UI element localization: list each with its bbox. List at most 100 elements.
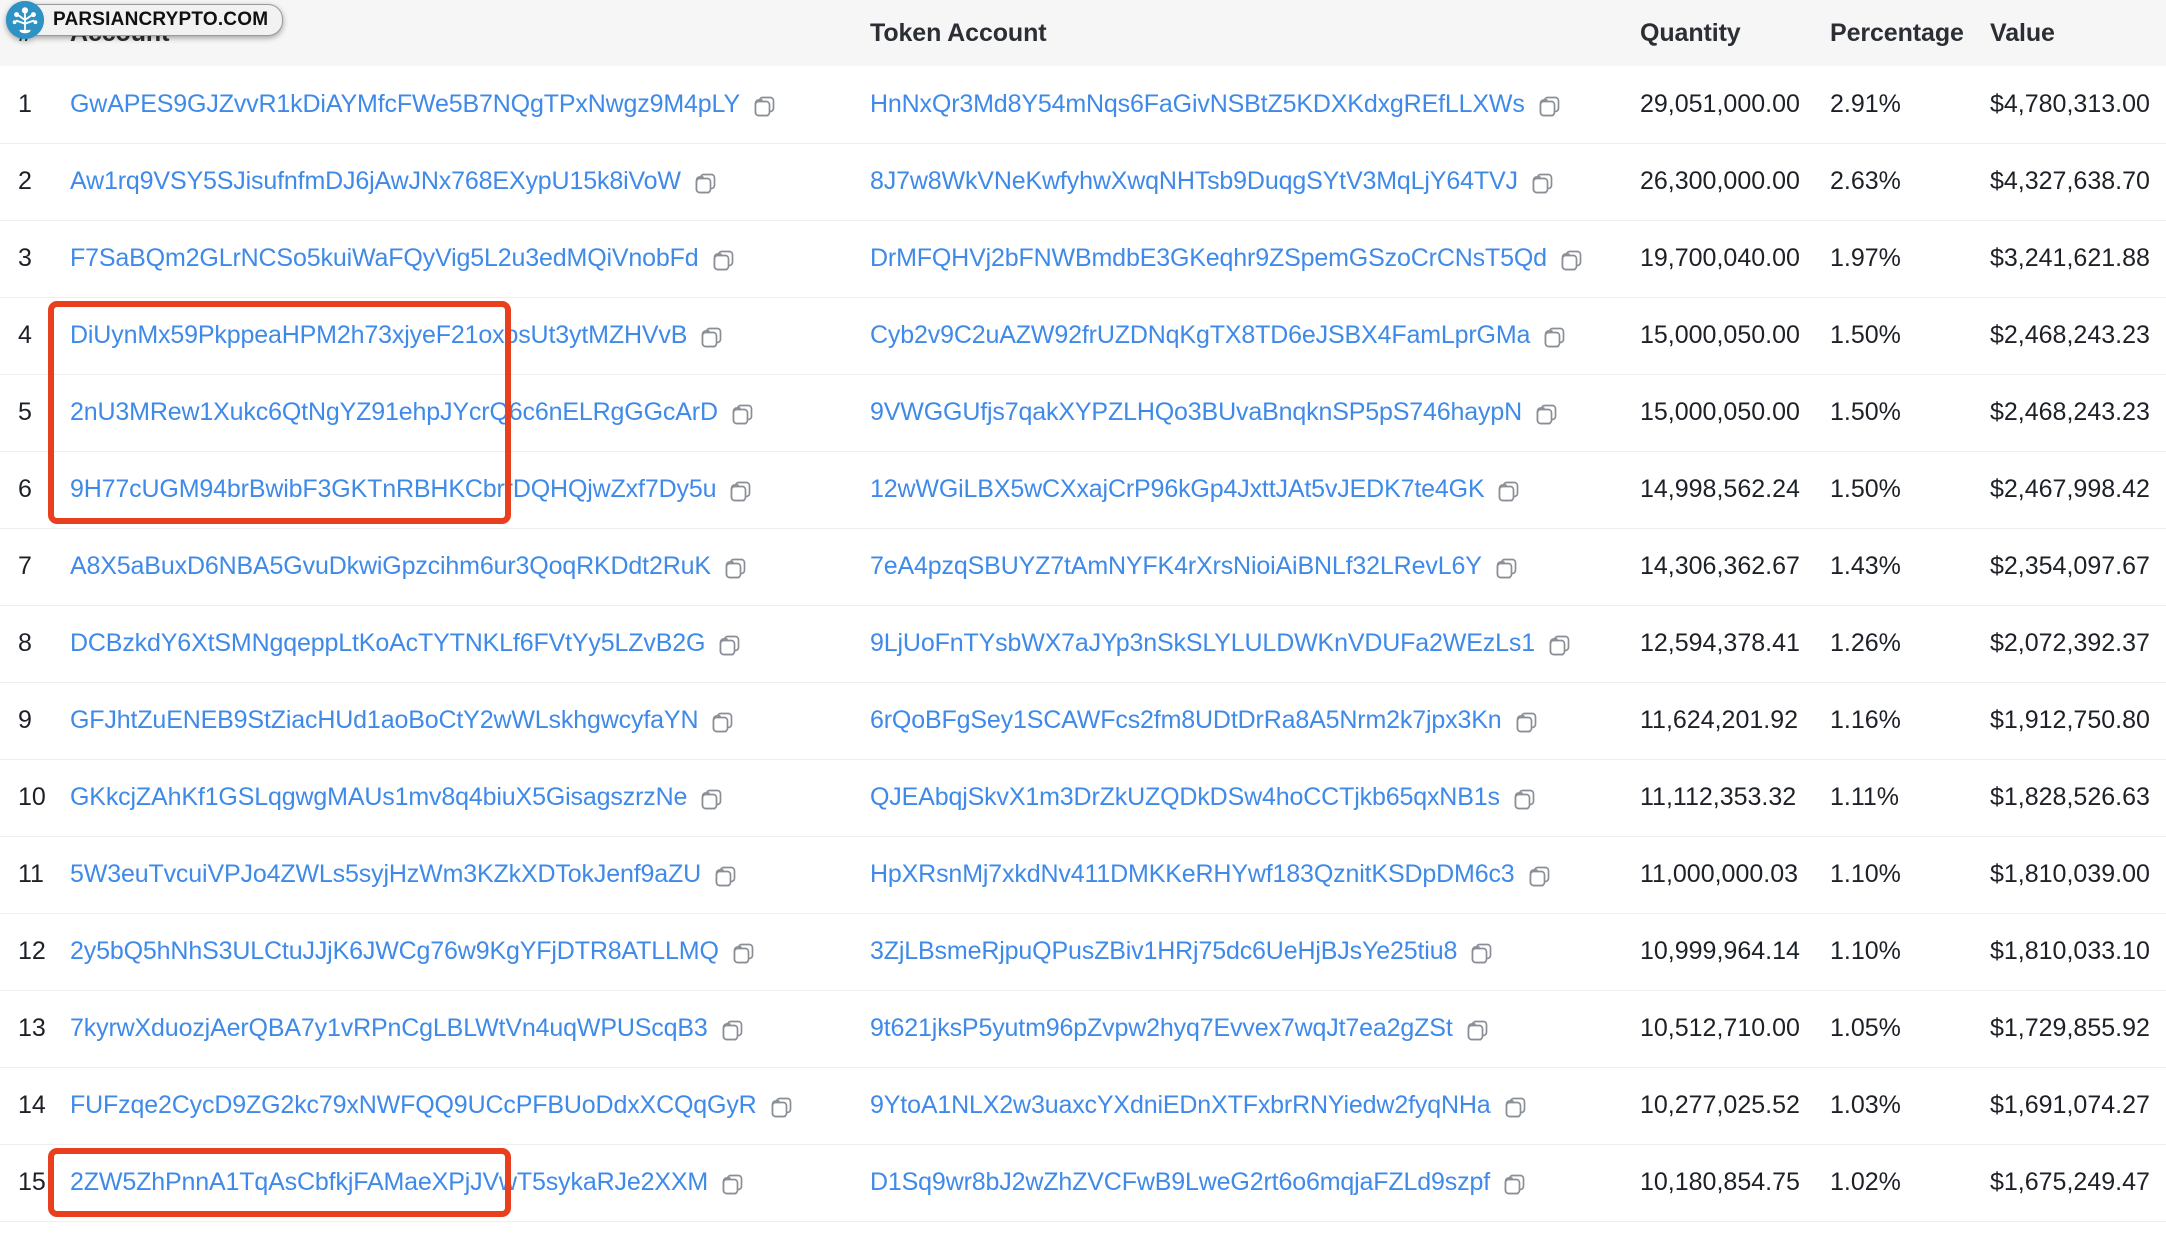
copy-account-icon[interactable] [731,403,754,426]
account-address-link[interactable]: FUFzqe2CycD9ZG2kc79xNWFQQ9UCcPFBUoDdxXCQ… [70,1091,757,1120]
token-account-address-link[interactable]: QJEAbqjSkvX1m3DrZkUZQDkDSw4hoCCTjkb65qxN… [870,783,1500,812]
account-address-link[interactable]: 5W3euTvcuiVPJo4ZWLs5syjHzWm3KZkXDTokJenf… [70,860,701,889]
column-header-account: Account [70,18,170,47]
copy-account-icon[interactable] [729,480,752,503]
copy-token-account-icon[interactable] [1513,788,1536,811]
row-value: $2,467,998.42 [1990,475,2150,503]
copy-account-icon[interactable] [753,95,776,118]
account-address-link[interactable]: Aw1rq9VSY5SJisufnfmDJ6jAwJNx768EXypU15k8… [70,167,681,196]
token-account-address-link[interactable]: Cyb2v9C2uAZW92frUZDNqKgTX8TD6eJSBX4FamLp… [870,321,1530,350]
table-row: 11 5W3euTvcuiVPJo4ZWLs5syjHzWm3KZkXDTokJe… [0,836,2166,913]
account-address-link[interactable]: A8X5aBuxD6NBA5GvuDkwiGpzcihm6ur3QoqRKDdt… [70,552,711,581]
row-rank: 2 [18,167,32,195]
copy-account-icon[interactable] [770,1096,793,1119]
account-address-link[interactable]: DCBzkdY6XtSMNgqeppLtKoAcTYTNKLf6FVtYy5LZ… [70,629,705,658]
table-row: 13 7kyrwXduozjAerQBA7y1vRPnCgLBLWtVn4uqWP… [0,990,2166,1067]
table-header: # Account Token Account Quantity Percent… [0,0,2166,66]
row-value: $4,327,638.70 [1990,167,2150,195]
token-account-cell: HnNxQr3Md8Y54mNqs6FaGivNSBtZ5KDXKdxgREfL… [870,90,1640,119]
copy-account-icon[interactable] [721,1019,744,1042]
row-percentage: 1.02% [1830,1168,1901,1196]
row-quantity: 11,112,353.32 [1640,783,1797,811]
copy-token-account-icon[interactable] [1466,1019,1489,1042]
row-value: $1,675,249.47 [1990,1168,2150,1196]
row-quantity: 15,000,050.00 [1640,321,1800,349]
account-address-link[interactable]: 9H77cUGM94brBwibF3GKTnRBHKCbrrDQHQjwZxf7… [70,475,716,504]
token-holders-table: # Account Token Account Quantity Percent… [0,0,2166,1222]
account-cell: 2y5bQ5hNhS3ULCtuJJjK6JWCg76w9KgYFjDTR8AT… [70,937,870,966]
account-address-link[interactable]: 2ZW5ZhPnnA1TqAsCbfkjFAMaeXPjJVwT5sykaRJe… [70,1168,708,1197]
copy-account-icon[interactable] [712,249,735,272]
token-account-address-link[interactable]: 6rQoBFgSey1SCAWFcs2fm8UDtDrRa8A5Nrm2k7jp… [870,706,1502,735]
row-quantity: 15,000,050.00 [1640,398,1800,426]
account-address-link[interactable]: GKkcjZAhKf1GSLqgwgMAUs1mv8q4biuX5Gisagsz… [70,783,687,812]
account-address-link[interactable]: GwAPES9GJZvvR1kDiAYMfcFWe5B7NQgTPxNwgz9M… [70,90,740,119]
account-cell: 2ZW5ZhPnnA1TqAsCbfkjFAMaeXPjJVwT5sykaRJe… [70,1168,870,1197]
table-row: 10 GKkcjZAhKf1GSLqgwgMAUs1mv8q4biuX5Gisag… [0,759,2166,836]
copy-token-account-icon[interactable] [1504,1096,1527,1119]
token-account-address-link[interactable]: HpXRsnMj7xkdNv411DMKKeRHYwf183QznitKSDpD… [870,860,1515,889]
table-header-row: # Account Token Account Quantity Percent… [0,0,2166,66]
row-quantity: 19,700,040.00 [1640,244,1800,272]
account-address-link[interactable]: 2y5bQ5hNhS3ULCtuJJjK6JWCg76w9KgYFjDTR8AT… [70,937,719,966]
row-percentage: 1.10% [1830,937,1901,965]
copy-token-account-icon[interactable] [1560,249,1583,272]
account-address-link[interactable]: 2nU3MRew1Xukc6QtNgYZ91ehpJYcrQ6c6nELRgGG… [70,398,718,427]
row-rank: 13 [18,1014,46,1042]
copy-token-account-icon[interactable] [1495,557,1518,580]
row-rank: 8 [18,629,32,657]
row-percentage: 1.43% [1830,552,1901,580]
account-address-link[interactable]: DiUynMx59PkppeaHPM2h73xjyeF21oxosUt3ytMZ… [70,321,687,350]
copy-token-account-icon[interactable] [1548,634,1571,657]
token-account-cell: 9YtoA1NLX2w3uaxcYXdniEDnXTFxbrRNYiedw2fy… [870,1091,1640,1120]
copy-token-account-icon[interactable] [1515,711,1538,734]
copy-account-icon[interactable] [700,326,723,349]
account-address-link[interactable]: 7kyrwXduozjAerQBA7y1vRPnCgLBLWtVn4uqWPUS… [70,1014,708,1043]
token-account-address-link[interactable]: 9t621jksP5yutm96pZvpw2hyq7Evvex7wqJt7ea2… [870,1014,1453,1043]
copy-account-icon[interactable] [711,711,734,734]
account-cell: 7kyrwXduozjAerQBA7y1vRPnCgLBLWtVn4uqWPUS… [70,1014,870,1043]
copy-account-icon[interactable] [718,634,741,657]
column-header-value: Value [1990,18,2055,47]
token-account-cell: QJEAbqjSkvX1m3DrZkUZQDkDSw4hoCCTjkb65qxN… [870,783,1640,812]
row-quantity: 11,624,201.92 [1640,706,1799,734]
token-account-cell: 12wWGiLBX5wCXxajCrP96kGp4JxttJAt5vJEDK7t… [870,475,1640,504]
account-address-link[interactable]: GFJhtZuENEB9StZiacHUd1aoBoCtY2wWLskhgwcy… [70,706,699,735]
copy-token-account-icon[interactable] [1503,1173,1526,1196]
token-account-address-link[interactable]: 9VWGGUfjs7qakXYPZLHQo3BUvaBnqknSP5pS746h… [870,398,1522,427]
copy-token-account-icon[interactable] [1535,403,1558,426]
row-rank: 4 [18,321,32,349]
account-cell: DiUynMx59PkppeaHPM2h73xjyeF21oxosUt3ytMZ… [70,321,870,350]
account-cell: FUFzqe2CycD9ZG2kc79xNWFQQ9UCcPFBUoDdxXCQ… [70,1091,870,1120]
copy-account-icon[interactable] [724,557,747,580]
token-account-address-link[interactable]: 8J7w8WkVNeKwfyhwXwqNHTsb9DuqgSYtV3MqLjY6… [870,167,1518,196]
copy-token-account-icon[interactable] [1497,480,1520,503]
row-percentage: 1.03% [1830,1091,1901,1119]
copy-token-account-icon[interactable] [1531,172,1554,195]
token-account-cell: 3ZjLBsmeRjpuQPusZBiv1HRj75dc6UeHjBJsYe25… [870,937,1640,966]
token-account-address-link[interactable]: 7eA4pzqSBUYZ7tAmNYFK4rXrsNioiAiBNLf32LRe… [870,552,1482,581]
copy-account-icon[interactable] [694,172,717,195]
copy-account-icon[interactable] [721,1173,744,1196]
copy-token-account-icon[interactable] [1543,326,1566,349]
token-account-address-link[interactable]: 9YtoA1NLX2w3uaxcYXdniEDnXTFxbrRNYiedw2fy… [870,1091,1491,1120]
copy-token-account-icon[interactable] [1538,95,1561,118]
copy-token-account-icon[interactable] [1470,942,1493,965]
token-account-address-link[interactable]: D1Sq9wr8bJ2wZhZVCFwB9LweG2rt6o6mqjaFZLd9… [870,1168,1490,1197]
account-address-link[interactable]: F7SaBQm2GLrNCSo5kuiWaFQyVig5L2u3edMQiVno… [70,244,699,273]
holders-table-page: # Account Token Account Quantity Percent… [0,0,2166,1246]
copy-account-icon[interactable] [714,865,737,888]
copy-account-icon[interactable] [732,942,755,965]
table-row: 15 2ZW5ZhPnnA1TqAsCbfkjFAMaeXPjJVwT5sykaR… [0,1144,2166,1221]
row-quantity: 14,306,362.67 [1640,552,1800,580]
token-account-address-link[interactable]: HnNxQr3Md8Y54mNqs6FaGivNSBtZ5KDXKdxgREfL… [870,90,1525,119]
row-percentage: 1.50% [1830,321,1901,349]
token-account-cell: D1Sq9wr8bJ2wZhZVCFwB9LweG2rt6o6mqjaFZLd9… [870,1168,1640,1197]
token-account-address-link[interactable]: 9LjUoFnTYsbWX7aJYp3nSkSLYLULDWKnVDUFa2WE… [870,629,1535,658]
token-account-address-link[interactable]: 12wWGiLBX5wCXxajCrP96kGp4JxttJAt5vJEDK7t… [870,475,1485,504]
copy-account-icon[interactable] [700,788,723,811]
token-account-cell: 8J7w8WkVNeKwfyhwXwqNHTsb9DuqgSYtV3MqLjY6… [870,167,1640,196]
copy-token-account-icon[interactable] [1528,865,1551,888]
token-account-address-link[interactable]: 3ZjLBsmeRjpuQPusZBiv1HRj75dc6UeHjBJsYe25… [870,937,1457,966]
token-account-address-link[interactable]: DrMFQHVj2bFNWBmdbE3GKeqhr9ZSpemGSzoCrCNs… [870,244,1547,273]
